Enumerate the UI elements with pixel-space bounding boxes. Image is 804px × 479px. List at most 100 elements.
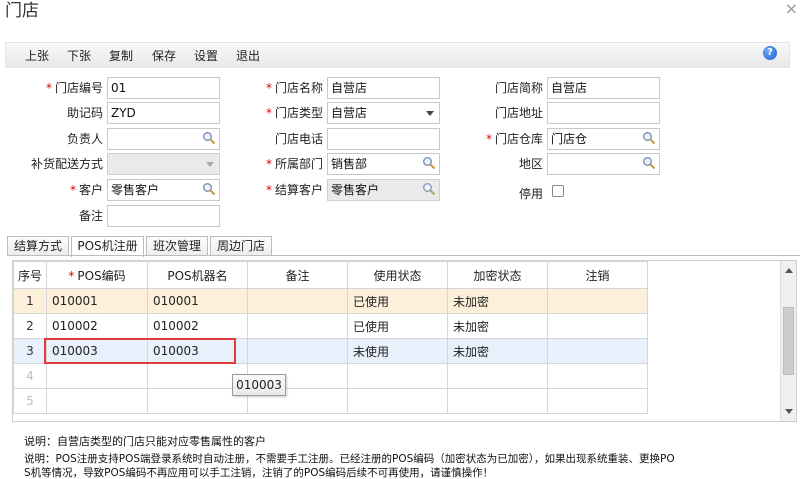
store-name-input[interactable]: 自营店	[327, 77, 440, 99]
remark-cell[interactable]	[247, 288, 348, 314]
pos-code-cell[interactable]: 010002	[46, 313, 148, 339]
scroll-down-icon[interactable]	[785, 409, 793, 414]
customer-lookup-input[interactable]: 零售客户	[107, 179, 220, 201]
pos-name-cell[interactable]: 010001	[147, 288, 248, 314]
column-header-pos-name[interactable]: POS机器名	[147, 261, 248, 289]
use-status-cell: 未使用	[347, 338, 448, 364]
column-header-pos-code[interactable]: * POS编码	[46, 261, 148, 289]
prev-record-button[interactable]: 上张	[25, 47, 49, 64]
store-warehouse-lookup-input[interactable]: 门店仓	[547, 128, 660, 150]
column-header-encrypt-status[interactable]: 加密状态	[447, 261, 548, 289]
table-header-row: 序号 * POS编码 POS机器名 备注 使用状态 加密状态 注销	[13, 261, 648, 289]
tab-nearby-stores[interactable]: 周边门店	[210, 236, 272, 256]
settle-customer-lookup-input: 零售客户	[327, 179, 440, 201]
column-header-use-status[interactable]: 使用状态	[347, 261, 448, 289]
mnemonic-input[interactable]: ZYD	[107, 102, 220, 124]
tab-settlement[interactable]: 结算方式	[7, 236, 69, 256]
exit-button[interactable]: 退出	[236, 47, 260, 64]
search-icon[interactable]	[642, 156, 656, 170]
pos-code-cell[interactable]	[46, 363, 148, 389]
encrypt-status-cell: 未加密	[447, 338, 548, 364]
store-short-name-label: 门店简称	[494, 81, 543, 95]
column-header-index[interactable]: 序号	[13, 261, 47, 289]
encrypt-status-cell	[447, 363, 548, 389]
save-button[interactable]: 保存	[152, 47, 176, 64]
region-label: 地区	[518, 157, 543, 171]
search-icon[interactable]	[202, 131, 216, 145]
store-phone-input[interactable]	[327, 128, 440, 150]
store-phone-label: 门店电话	[274, 132, 323, 146]
use-status-cell: 已使用	[347, 313, 448, 339]
cancel-cell[interactable]	[547, 363, 648, 389]
replenish-mode-select	[107, 153, 220, 175]
settings-button[interactable]: 设置	[194, 47, 218, 64]
vertical-scrollbar[interactable]	[780, 261, 796, 421]
window-title: 门店	[5, 1, 39, 21]
tab-shift-management[interactable]: 班次管理	[146, 236, 208, 256]
remark-cell[interactable]	[247, 338, 348, 364]
store-code-input[interactable]: 01	[107, 77, 220, 99]
settle-customer-label: * 结算客户	[265, 183, 323, 197]
scrollbar-thumb[interactable]	[783, 307, 794, 375]
table-row[interactable]: 4	[13, 363, 648, 389]
pos-code-cell[interactable]: 010001	[46, 288, 148, 314]
remark-input[interactable]	[107, 205, 220, 227]
chevron-down-icon[interactable]	[426, 111, 434, 116]
cell-tooltip: 010003	[232, 374, 286, 396]
table-row[interactable]: 1 010001 010001 已使用 未加密	[13, 288, 648, 314]
remark-cell[interactable]	[247, 313, 348, 339]
pos-code-cell[interactable]	[46, 388, 148, 414]
store-code-label: * 门店编号	[45, 81, 103, 95]
customer-label: * 客户	[69, 183, 103, 197]
store-type-label: * 门店类型	[265, 106, 323, 120]
chevron-down-icon	[206, 162, 214, 167]
pos-name-cell[interactable]: 010002	[147, 313, 248, 339]
use-status-cell	[347, 363, 448, 389]
cancel-cell[interactable]	[547, 388, 648, 414]
help-icon[interactable]: ?	[763, 46, 777, 60]
use-status-cell	[347, 388, 448, 414]
copy-button[interactable]: 复制	[109, 47, 133, 64]
highlight-box	[44, 338, 236, 364]
cancel-cell[interactable]	[547, 288, 648, 314]
store-address-label: 门店地址	[494, 106, 543, 120]
search-icon[interactable]	[422, 156, 436, 170]
close-icon[interactable]: ×	[785, 0, 798, 18]
use-status-cell: 已使用	[347, 288, 448, 314]
search-icon	[423, 183, 436, 196]
disabled-label: 停用	[518, 187, 543, 201]
department-label: * 所属部门	[265, 157, 323, 171]
replenish-mode-label: 补货配送方式	[30, 157, 103, 171]
store-warehouse-label: * 门店仓库	[485, 132, 543, 146]
search-icon[interactable]	[642, 131, 656, 145]
remark-label: 备注	[78, 209, 103, 223]
store-short-name-input[interactable]: 自营店	[547, 77, 660, 99]
disabled-checkbox[interactable]	[552, 185, 564, 197]
manager-lookup-input[interactable]	[107, 128, 220, 150]
store-type-select[interactable]: 自营店	[327, 102, 440, 124]
note-pos-registration-cont: S机等情况，导致POS编码不再应用可以手工注销，注销了的POS编码后续不可再使用…	[24, 467, 494, 479]
column-header-cancel[interactable]: 注销	[547, 261, 648, 289]
encrypt-status-cell: 未加密	[447, 288, 548, 314]
column-header-remark[interactable]: 备注	[247, 261, 348, 289]
search-icon[interactable]	[202, 182, 216, 196]
region-lookup-input[interactable]	[547, 153, 660, 175]
store-name-label: * 门店名称	[265, 81, 323, 95]
tab-pos-registration[interactable]: POS机注册	[71, 236, 144, 257]
table-row[interactable]: 5	[13, 388, 648, 414]
encrypt-status-cell	[447, 388, 548, 414]
toolbar: 上张 下张 复制 保存 设置 退出 ?	[5, 42, 790, 68]
title-bar: 门店 ×	[0, 0, 804, 26]
table-row[interactable]: 2 010002 010002 已使用 未加密	[13, 313, 648, 339]
department-lookup-input[interactable]: 销售部	[327, 153, 440, 175]
next-record-button[interactable]: 下张	[67, 47, 91, 64]
manager-label: 负责人	[66, 132, 103, 146]
tab-divider	[7, 255, 800, 256]
mnemonic-label: 助记码	[66, 106, 103, 120]
note-pos-registration: 说明：POS注册支持POS端登录系统时自动注册，不需要手工注册。已经注册的POS…	[24, 453, 675, 465]
cancel-cell[interactable]	[547, 313, 648, 339]
cancel-cell[interactable]	[547, 338, 648, 364]
scroll-up-icon[interactable]	[785, 268, 793, 273]
store-address-input[interactable]	[547, 102, 660, 124]
note-customer-rule: 说明：自营店类型的门店只能对应零售属性的客户	[24, 435, 266, 448]
